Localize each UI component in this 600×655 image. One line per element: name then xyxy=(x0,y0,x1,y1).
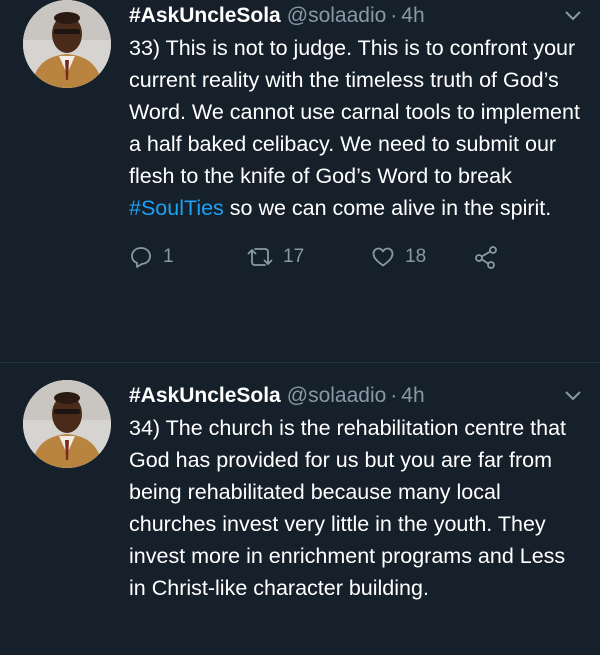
like-icon xyxy=(371,245,395,269)
reply-button[interactable]: 1 xyxy=(129,245,247,269)
separator-dot: · xyxy=(390,4,398,27)
tweet-text-part: so we can come alive in the spirit. xyxy=(223,196,552,220)
timestamp[interactable]: 4h xyxy=(401,384,424,408)
tweet-content: #AskUncleSola @solaadio · 4h 33) This is… xyxy=(111,0,600,364)
timeline: #AskUncleSola @solaadio · 4h 33) This is… xyxy=(0,0,600,655)
tweet-text: 33) This is not to judge. This is to con… xyxy=(129,32,584,224)
separator-dot: · xyxy=(390,384,398,407)
tweet[interactable]: #AskUncleSola @solaadio · 4h 34) The chu… xyxy=(0,364,600,655)
user-handle[interactable]: @solaadio xyxy=(287,384,387,408)
hashtag-link[interactable]: #SoulTies xyxy=(129,196,224,220)
avatar[interactable] xyxy=(23,0,111,88)
chevron-down-icon[interactable] xyxy=(564,10,582,22)
reply-count: 1 xyxy=(163,246,174,267)
tweet-divider xyxy=(0,362,600,363)
reply-icon xyxy=(129,245,153,269)
like-button[interactable]: 18 xyxy=(371,245,473,269)
retweet-button[interactable]: 17 xyxy=(247,245,371,269)
retweet-icon xyxy=(247,245,273,269)
user-handle[interactable]: @solaadio xyxy=(287,4,387,28)
tweet-content: #AskUncleSola @solaadio · 4h 34) The chu… xyxy=(111,380,600,655)
tweet-text: 34) The church is the rehabilitation cen… xyxy=(129,416,567,600)
tweet-text-part: 33) This is not to judge. This is to con… xyxy=(129,36,580,188)
share-button[interactable] xyxy=(473,245,499,269)
tweet-header: #AskUncleSola @solaadio · 4h xyxy=(129,0,582,32)
tweet-actions: 1 17 18 xyxy=(129,242,582,272)
like-count: 18 xyxy=(405,246,427,267)
chevron-down-icon[interactable] xyxy=(564,390,582,402)
display-name[interactable]: #AskUncleSola xyxy=(129,384,281,408)
timestamp[interactable]: 4h xyxy=(401,4,424,28)
retweet-count: 17 xyxy=(283,246,305,267)
tweet[interactable]: #AskUncleSola @solaadio · 4h 33) This is… xyxy=(0,0,600,364)
tweet-header: #AskUncleSola @solaadio · 4h xyxy=(129,380,582,412)
avatar[interactable] xyxy=(23,380,111,468)
display-name[interactable]: #AskUncleSola xyxy=(129,4,281,28)
share-icon xyxy=(473,245,499,269)
